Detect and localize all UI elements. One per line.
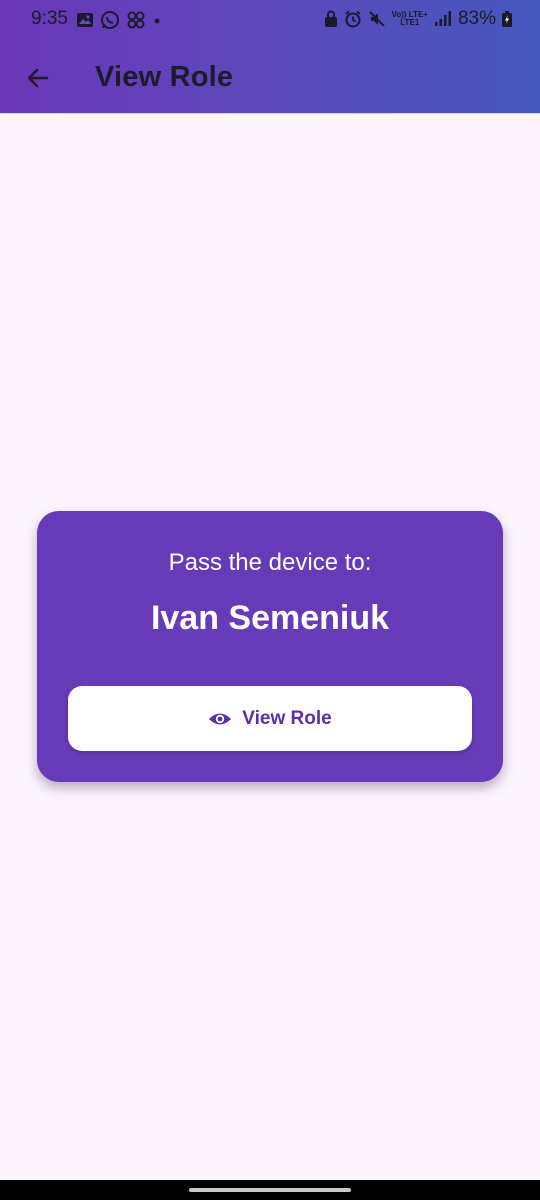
view-role-button[interactable]: View Role <box>68 686 472 751</box>
pass-device-label: Pass the device to: <box>168 549 372 576</box>
whatsapp-icon <box>101 11 119 29</box>
battery-icon <box>502 11 512 27</box>
dot-icon <box>154 18 160 24</box>
arrow-back-icon <box>27 68 49 88</box>
status-time: 9:35 <box>31 8 68 29</box>
system-nav-bar <box>0 1180 540 1200</box>
mute-icon <box>368 11 385 27</box>
header: 9:35 Vo)) LTE+ LTE1 83% View Role <box>0 0 540 114</box>
signal-icon <box>434 11 451 26</box>
status-bar: 9:35 Vo)) LTE+ LTE1 83% <box>0 0 540 40</box>
home-gesture-handle[interactable] <box>189 1188 351 1192</box>
volte-icon: Vo)) LTE+ LTE1 <box>391 10 428 27</box>
battery-percent: 83% <box>457 8 496 29</box>
back-button[interactable] <box>20 60 56 96</box>
eye-icon <box>209 713 232 724</box>
notification-icons <box>76 10 162 30</box>
player-name: Ivan Semeniuk <box>150 599 390 637</box>
app-bar: View Role <box>0 50 540 106</box>
system-icons: Vo)) LTE+ LTE1 83% <box>324 8 512 30</box>
lock-icon <box>324 10 337 27</box>
gallery-icon <box>77 13 93 27</box>
pass-device-card: Pass the device to: Ivan Semeniuk View R… <box>37 511 503 782</box>
view-role-button-label: View Role <box>242 707 332 729</box>
pinwheel-icon <box>127 11 145 29</box>
alarm-icon <box>344 10 361 28</box>
page-title: View Role <box>95 61 234 93</box>
